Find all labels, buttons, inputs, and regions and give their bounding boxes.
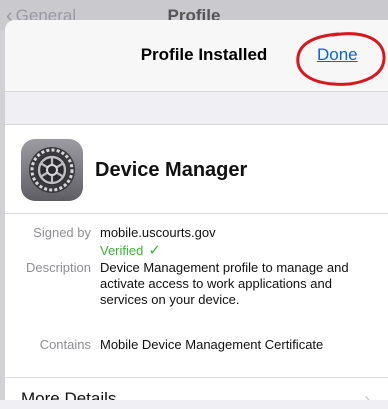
profile-installed-sheet: Profile Installed Done Device Manager Si… xyxy=(5,20,388,409)
gear-icon xyxy=(21,139,83,201)
description-label: Description xyxy=(25,260,91,275)
sheet-nav-bar: Profile Installed Done xyxy=(5,20,388,92)
profile-card: Device Manager Signed by mobile.uscourts… xyxy=(5,124,388,409)
done-button[interactable]: Done xyxy=(317,45,358,65)
screen: ‹ General Profile Profile Installed Done xyxy=(0,0,388,409)
verified-status: Verified ✓ xyxy=(100,243,161,259)
signed-by-label: Signed by xyxy=(33,225,91,240)
checkmark-icon: ✓ xyxy=(148,242,161,259)
profile-name: Device Manager xyxy=(95,158,248,181)
verified-label: Verified xyxy=(100,243,144,258)
signed-by-value-block: mobile.uscourts.gov Verified ✓ xyxy=(100,225,370,259)
divider xyxy=(5,213,388,214)
signed-by-value: mobile.uscourts.gov xyxy=(100,225,216,240)
contains-label: Contains xyxy=(39,337,91,352)
bottom-strip xyxy=(0,400,388,409)
contains-value: Mobile Device Management Certificate xyxy=(100,337,324,352)
description-value: Device Management profile to manage and … xyxy=(100,260,349,307)
profile-header: Device Manager xyxy=(21,139,247,201)
